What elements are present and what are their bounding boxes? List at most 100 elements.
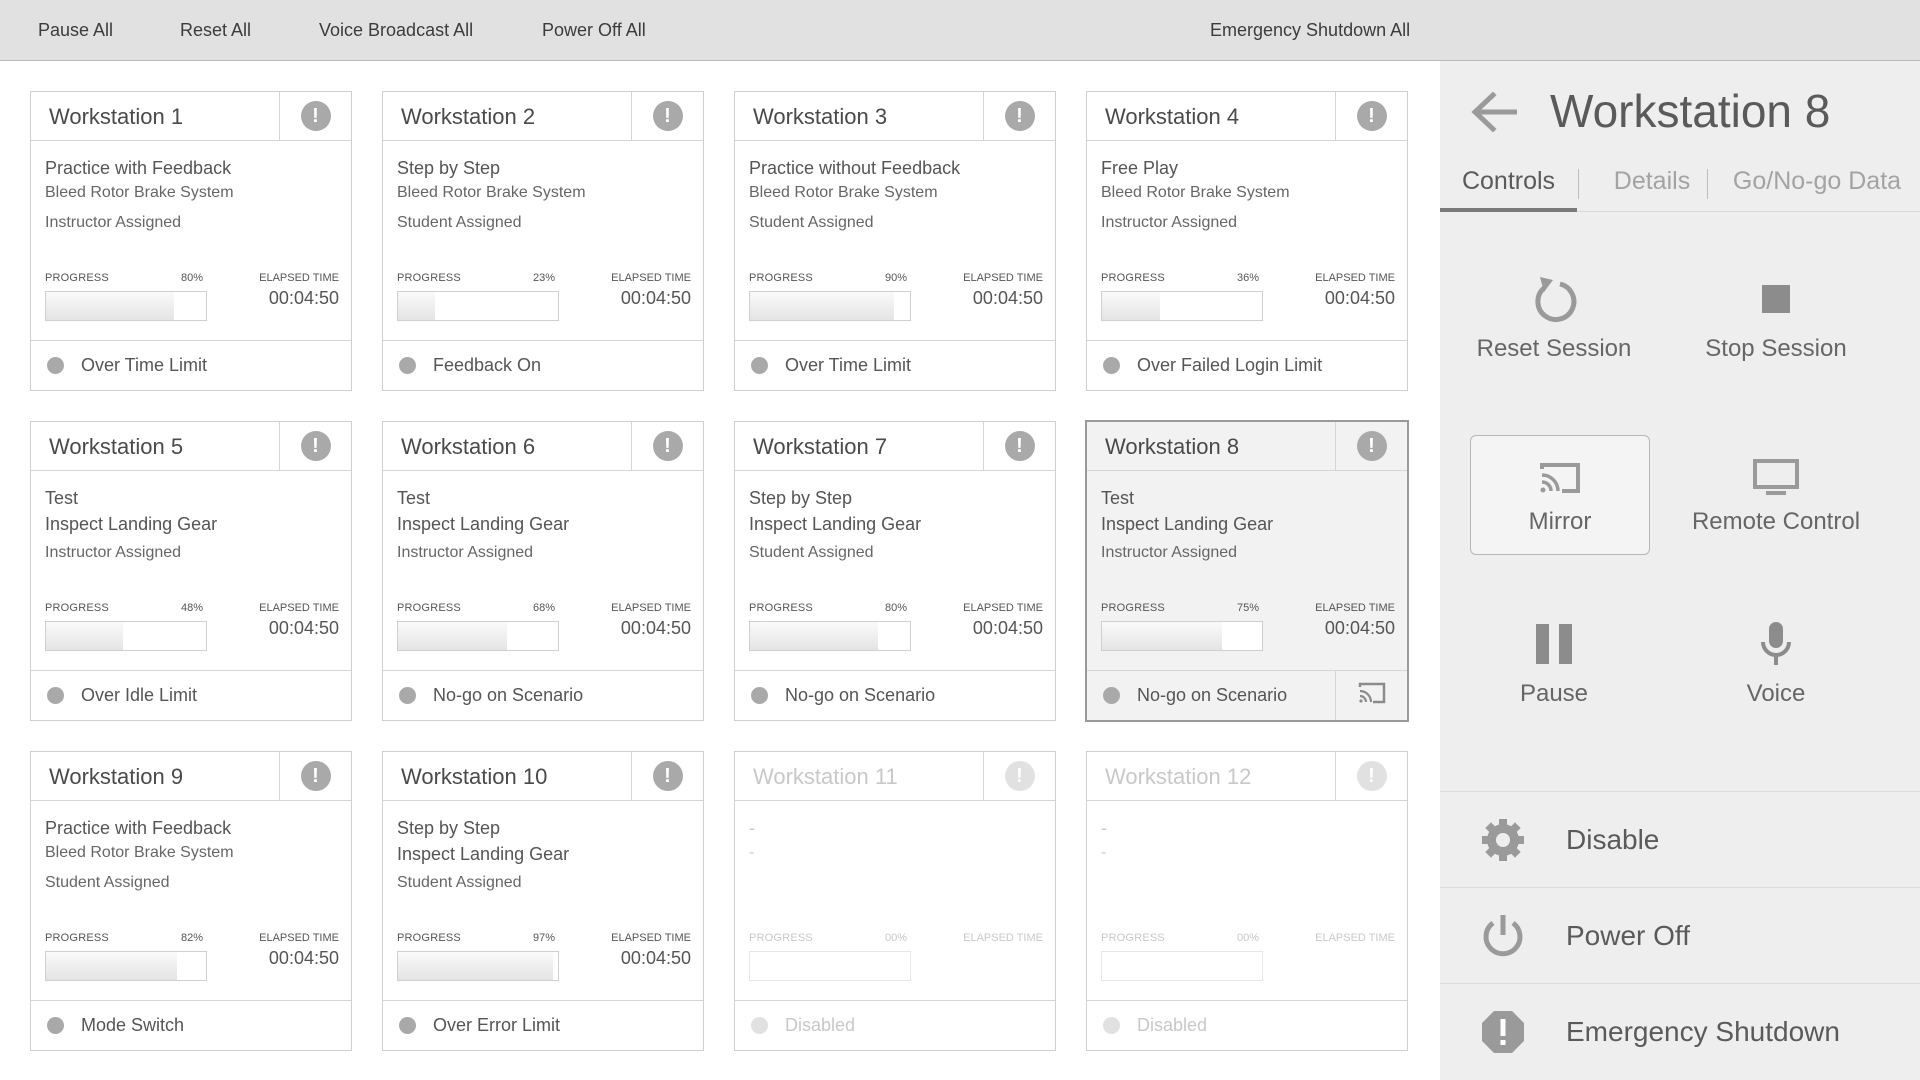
elapsed-time-value: 00:04:50 — [620, 948, 691, 968]
microphone-icon — [1759, 614, 1793, 674]
pause-button[interactable]: Pause — [1464, 614, 1644, 734]
progress-bar — [749, 291, 911, 321]
card-footer: No-go on Scenario — [1087, 670, 1407, 720]
elapsed-time-label: ELAPSED TIME — [1315, 932, 1395, 944]
card-body: Free Play Bleed Rotor Brake System Instruc… — [1087, 141, 1407, 342]
card-footer: Feedback On — [383, 340, 703, 390]
emergency-shutdown-all-button[interactable]: Emergency Shutdown All — [1210, 0, 1410, 61]
status-text: Disabled — [1137, 1015, 1208, 1035]
progress-bar — [1101, 621, 1263, 651]
alert-icon: ! — [1356, 761, 1387, 791]
reset-session-button[interactable]: Reset Session — [1464, 269, 1644, 389]
pause-all-button[interactable]: Pause All — [38, 0, 113, 61]
alert-button[interactable]: ! — [1335, 422, 1407, 470]
workstation-card[interactable]: Workstation 9! Practice with Feedback Blee… — [30, 751, 352, 1051]
alert-button[interactable]: ! — [631, 92, 703, 140]
alert-icon: ! — [1004, 101, 1035, 131]
status: Mode Switch — [31, 1001, 351, 1050]
elapsed-time-value: 00:04:50 — [972, 618, 1043, 638]
scenario-name: Inspect Landing Gear — [1101, 514, 1274, 534]
card-body: Step by Step Inspect Landing Gear Student … — [735, 471, 1055, 672]
progress-bar — [397, 621, 559, 651]
alert-icon: ! — [1004, 761, 1035, 791]
elapsed-time-label: ELAPSED TIME — [259, 932, 339, 944]
card-header: Workstation 6! — [383, 422, 703, 471]
training-mode: - — [1101, 818, 1107, 838]
status: No-go on Scenario — [383, 671, 703, 720]
workstation-card[interactable]: Workstation 4! Free Play Bleed Rotor Brake… — [1086, 91, 1408, 391]
workstation-card[interactable]: Workstation 6! Test Inspect Landing Gear In… — [382, 421, 704, 721]
card-header: Workstation 11! — [735, 752, 1055, 801]
alert-button[interactable]: ! — [279, 92, 351, 140]
elapsed-time-value: 00:04:50 — [972, 288, 1043, 308]
reset-icon — [1530, 269, 1578, 329]
status: Over Time Limit — [31, 341, 351, 390]
elapsed-time-value: 00:04:50 — [268, 288, 339, 308]
status-dot-icon — [399, 687, 416, 704]
status-text: Over Failed Login Limit — [1137, 355, 1323, 375]
emergency-shutdown-button[interactable]: Emergency Shutdown — [1440, 983, 1920, 1079]
alert-button[interactable]: ! — [279, 752, 351, 800]
alert-icon: ! — [1004, 431, 1035, 461]
stop-session-button[interactable]: Stop Session — [1686, 269, 1866, 389]
remote-control-button[interactable]: Remote Control — [1686, 438, 1866, 558]
card-footer: Over Time Limit — [735, 340, 1055, 390]
progress-bar-fill — [46, 622, 123, 650]
alert-button[interactable]: ! — [279, 422, 351, 470]
panel-tabs: Controls Details Go/No-go Data — [1440, 159, 1920, 212]
power-off-button[interactable]: Power Off — [1440, 887, 1920, 983]
workstation-card[interactable]: Workstation 10! Step by Step Inspect Landi… — [382, 751, 704, 1051]
workstation-card[interactable]: Workstation 3! Practice without Feedback B… — [734, 91, 1056, 391]
status: Over Idle Limit — [31, 671, 351, 720]
progress-label: PROGRESS — [45, 602, 109, 614]
assignment-type: Instructor Assigned — [45, 214, 182, 231]
gear-icon — [1474, 818, 1532, 862]
card-body: - - PROGRESS 00% ELAPSED TIME — [735, 801, 1055, 1002]
alert-button[interactable]: ! — [983, 92, 1055, 140]
progress-label: PROGRESS — [397, 272, 461, 284]
status-text: No-go on Scenario — [1137, 685, 1288, 705]
elapsed-time-label: ELAPSED TIME — [611, 272, 691, 284]
card-footer: Over Error Limit — [383, 1000, 703, 1050]
alert-button[interactable]: ! — [631, 752, 703, 800]
card-footer: Mode Switch — [31, 1000, 351, 1050]
tab-go-no-go-data[interactable]: Go/No-go Data — [1714, 159, 1920, 212]
disable-label: Disable — [1566, 823, 1660, 855]
alert-icon: ! — [1356, 431, 1387, 461]
progress-bar-fill — [46, 952, 178, 980]
mirror-button[interactable]: Mirror — [1470, 435, 1650, 555]
workstation-card[interactable]: Workstation 1! Practice with Feedback Blee… — [30, 91, 352, 391]
status-text: Over Error Limit — [433, 1015, 561, 1035]
alert-button[interactable]: ! — [1335, 92, 1407, 140]
card-footer: Disabled — [1087, 1000, 1407, 1050]
power-off-all-button[interactable]: Power Off All — [542, 0, 646, 61]
back-arrow-icon[interactable] — [1464, 77, 1524, 147]
workstation-card[interactable]: Workstation 2! Step by Step Bleed Rotor Br… — [382, 91, 704, 391]
progress-label: PROGRESS — [1101, 602, 1165, 614]
mirroring-indicator[interactable] — [1335, 671, 1407, 720]
alert-button[interactable]: ! — [983, 422, 1055, 470]
workstation-title: Workstation 1 — [49, 104, 184, 129]
workstation-card[interactable]: Workstation 8! Test Inspect Landing Gear In… — [1085, 420, 1409, 722]
tab-controls[interactable]: Controls — [1440, 159, 1577, 212]
voice-broadcast-all-button[interactable]: Voice Broadcast All — [319, 0, 473, 61]
voice-button[interactable]: Voice — [1686, 614, 1866, 734]
workstation-title: Workstation 12 — [1105, 764, 1252, 789]
alert-button[interactable]: ! — [631, 422, 703, 470]
status: Disabled — [735, 1001, 1055, 1050]
workstation-title: Workstation 10 — [401, 764, 548, 789]
tab-details[interactable]: Details — [1579, 159, 1725, 212]
disable-button[interactable]: Disable — [1440, 791, 1920, 887]
workstation-card[interactable]: Workstation 5! Test Inspect Landing Gear In… — [30, 421, 352, 721]
status: Over Error Limit — [383, 1001, 703, 1050]
alert-icon: ! — [1356, 101, 1387, 131]
progress-bar — [749, 621, 911, 651]
progress-label: PROGRESS — [397, 602, 461, 614]
card-footer: Over Failed Login Limit — [1087, 340, 1407, 390]
workstation-card[interactable]: Workstation 7! Step by Step Inspect Landin… — [734, 421, 1056, 721]
scenario-name: Inspect Landing Gear — [397, 514, 570, 534]
reset-all-button[interactable]: Reset All — [180, 0, 251, 61]
progress-percent: 00% — [884, 932, 907, 944]
progress-label: PROGRESS — [1101, 932, 1165, 944]
progress-bar-fill — [398, 292, 435, 320]
